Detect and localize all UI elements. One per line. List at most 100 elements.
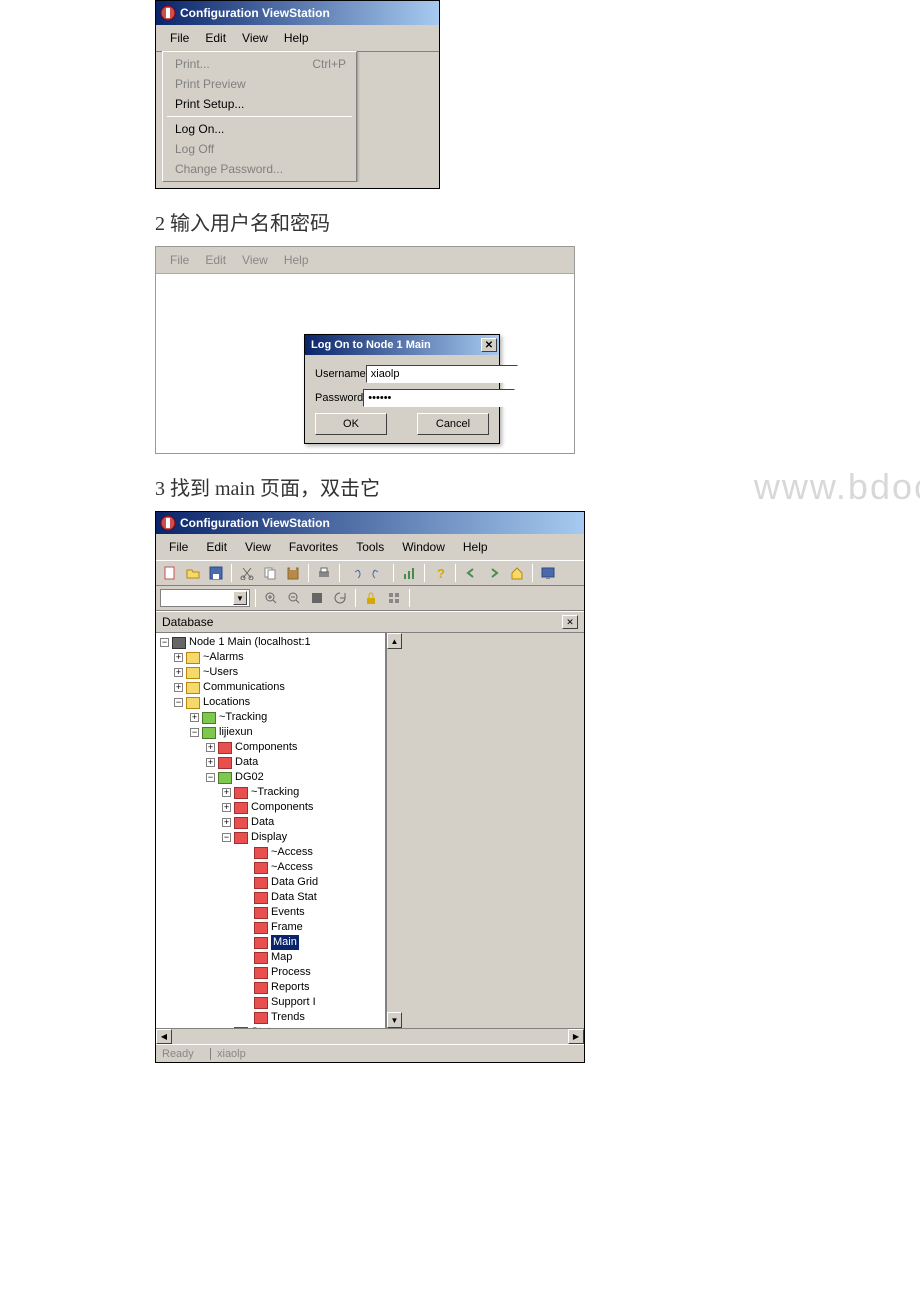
menu-edit[interactable]: Edit	[197, 538, 236, 556]
tree-node-users[interactable]: ~Users	[203, 665, 238, 680]
menu-file[interactable]: File	[162, 29, 197, 47]
tree-node-support[interactable]: Support I	[271, 995, 316, 1010]
copy-icon[interactable]	[260, 563, 280, 583]
screenshot-file-menu: Configuration ViewStation File Edit View…	[155, 0, 440, 189]
scroll-right-icon[interactable]: ▶	[568, 1029, 584, 1044]
tree-node-events[interactable]: Events	[271, 905, 305, 920]
horizontal-scrollbar[interactable]: ◀ ▶	[156, 1028, 584, 1044]
tree-node-tracking[interactable]: ~Tracking	[251, 785, 299, 800]
tree-node-communications[interactable]: Communications	[203, 680, 285, 695]
redo-icon[interactable]	[368, 563, 388, 583]
lock-icon[interactable]	[361, 588, 381, 608]
menu-edit[interactable]: Edit	[197, 251, 234, 269]
tree-node-components[interactable]: Components	[235, 740, 297, 755]
expand-icon[interactable]: +	[222, 788, 231, 797]
menu-view[interactable]: View	[236, 538, 280, 556]
chart-icon[interactable]	[399, 563, 419, 583]
menu-view[interactable]: View	[234, 251, 276, 269]
menu-help[interactable]: Help	[276, 29, 317, 47]
menu-favorites[interactable]: Favorites	[280, 538, 347, 556]
tree-node-status[interactable]: Status	[251, 1025, 282, 1028]
menu-help[interactable]: Help	[276, 251, 317, 269]
menu-file[interactable]: File	[160, 538, 197, 556]
expand-icon[interactable]: +	[174, 668, 183, 677]
dialog-title: Log On to Node 1 Main	[311, 339, 431, 351]
tree-node-main[interactable]: Main	[271, 935, 299, 950]
menu-logon[interactable]: Log On...	[163, 119, 356, 139]
tree-node-dg02[interactable]: DG02	[235, 770, 264, 785]
tree-node-root[interactable]: Node 1 Main (localhost:1	[189, 635, 311, 650]
scroll-up-icon[interactable]: ▲	[387, 633, 402, 649]
back-icon[interactable]	[461, 563, 481, 583]
panel-close-button[interactable]: ✕	[562, 615, 578, 629]
zoom-in-icon[interactable]	[261, 588, 281, 608]
refresh-icon[interactable]	[330, 588, 350, 608]
menu-change-password: Change Password...	[163, 159, 356, 179]
menu-file[interactable]: File	[162, 251, 197, 269]
forward-icon[interactable]	[484, 563, 504, 583]
node-icon	[254, 892, 268, 904]
scroll-down-icon[interactable]: ▼	[387, 1012, 402, 1028]
collapse-icon[interactable]: −	[174, 698, 183, 707]
expand-icon[interactable]: +	[222, 803, 231, 812]
help-icon[interactable]: ?	[430, 563, 450, 583]
grid-icon[interactable]	[384, 588, 404, 608]
collapse-icon[interactable]: −	[206, 773, 215, 782]
zoom-out-icon[interactable]	[284, 588, 304, 608]
cancel-button[interactable]: Cancel	[417, 413, 489, 435]
menu-view[interactable]: View	[234, 29, 276, 47]
tree-node-tracking[interactable]: ~Tracking	[219, 710, 267, 725]
username-input[interactable]	[366, 365, 518, 383]
close-button[interactable]: ✕	[481, 338, 497, 352]
password-input[interactable]	[363, 389, 515, 407]
print-icon[interactable]	[314, 563, 334, 583]
expand-icon[interactable]: +	[174, 683, 183, 692]
tree-node-data[interactable]: Data	[235, 755, 258, 770]
tree-node-access[interactable]: ~Access	[271, 860, 313, 875]
tree-node-alarms[interactable]: ~Alarms	[203, 650, 244, 665]
collapse-icon[interactable]: −	[222, 833, 231, 842]
database-panel-header: Database ✕	[156, 611, 584, 633]
save-icon[interactable]	[206, 563, 226, 583]
home-icon[interactable]	[507, 563, 527, 583]
database-tree[interactable]: − Node 1 Main (localhost:1 + ~Alarms + ~Use…	[156, 633, 386, 1028]
zoom-fit-icon[interactable]	[307, 588, 327, 608]
tree-node-map[interactable]: Map	[271, 950, 292, 965]
step-3-heading: 3 找到 main 页面，双击它	[155, 472, 920, 501]
tree-node-reports[interactable]: Reports	[271, 980, 310, 995]
tree-node-access[interactable]: ~Access	[271, 845, 313, 860]
tree-node-lijiexun[interactable]: lijiexun	[219, 725, 253, 740]
menu-edit[interactable]: Edit	[197, 29, 234, 47]
tree-node-locations[interactable]: Locations	[203, 695, 250, 710]
tree-node-display[interactable]: Display	[251, 830, 287, 845]
tree-node-components[interactable]: Components	[251, 800, 313, 815]
panel-title-text: Database	[162, 615, 213, 629]
undo-icon[interactable]	[345, 563, 365, 583]
expand-icon[interactable]: +	[206, 743, 215, 752]
tree-node-datastat[interactable]: Data Stat	[271, 890, 317, 905]
paste-icon[interactable]	[283, 563, 303, 583]
menu-help[interactable]: Help	[454, 538, 497, 556]
cut-icon[interactable]	[237, 563, 257, 583]
expand-icon[interactable]: +	[206, 758, 215, 767]
open-icon[interactable]	[183, 563, 203, 583]
tree-node-frame[interactable]: Frame	[271, 920, 303, 935]
expand-icon[interactable]: +	[174, 653, 183, 662]
menu-print-setup[interactable]: Print Setup...	[163, 94, 356, 114]
menu-tools[interactable]: Tools	[347, 538, 393, 556]
tree-node-datagrid[interactable]: Data Grid	[271, 875, 318, 890]
tree-node-trends[interactable]: Trends	[271, 1010, 305, 1025]
tree-node-data[interactable]: Data	[251, 815, 274, 830]
display-icon[interactable]	[538, 563, 558, 583]
menu-window[interactable]: Window	[393, 538, 454, 556]
ok-button[interactable]: OK	[315, 413, 387, 435]
collapse-icon[interactable]: −	[190, 728, 199, 737]
expand-icon[interactable]: +	[222, 818, 231, 827]
scroll-left-icon[interactable]: ◀	[156, 1029, 172, 1044]
vertical-scrollbar[interactable]: ▲ ▼	[386, 633, 402, 1028]
new-icon[interactable]	[160, 563, 180, 583]
expand-icon[interactable]: +	[190, 713, 199, 722]
collapse-icon[interactable]: −	[160, 638, 169, 647]
tree-node-process[interactable]: Process	[271, 965, 311, 980]
zoom-combo[interactable]: ▼	[160, 589, 250, 607]
